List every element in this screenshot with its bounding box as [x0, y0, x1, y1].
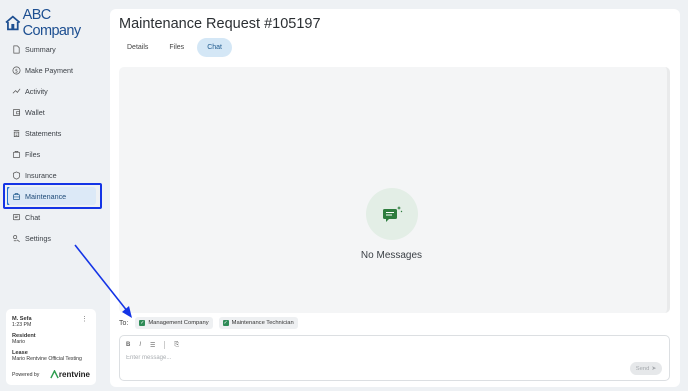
sidebar-item-label: Statements	[25, 128, 62, 138]
user-time: 1:23 PM	[12, 322, 32, 328]
user-card: M. Sefa 1:23 PM ⋮ Resident Mario Lease M…	[6, 309, 96, 385]
statements-icon	[12, 129, 21, 138]
sidebar-item-label: Wallet	[25, 107, 45, 117]
sidebar-item-label: Insurance	[25, 170, 57, 180]
sidebar-item-wallet[interactable]: Wallet	[12, 103, 45, 121]
powered-by: Powered by rentvine	[12, 370, 90, 379]
sidebar-item-files[interactable]: Files	[12, 145, 40, 163]
lease-value: Mario Rentvine Official Testing	[12, 356, 82, 362]
company-logo[interactable]: ABC Company	[5, 7, 110, 39]
sidebar-item-activity[interactable]: Activity	[12, 82, 48, 100]
kebab-menu-icon[interactable]: ⋮	[81, 315, 88, 323]
svg-text:$: $	[15, 68, 18, 74]
to-label: To:	[119, 319, 129, 327]
sidebar-item-summary[interactable]: Summary	[12, 40, 56, 58]
shield-icon	[12, 171, 21, 180]
document-icon	[12, 45, 21, 54]
sidebar-item-label: Settings	[25, 233, 51, 243]
no-messages-chat-icon	[366, 188, 418, 240]
house-logo-icon	[5, 15, 21, 31]
empty-state-text: No Messages	[360, 250, 423, 261]
rentvine-mark-icon	[50, 370, 59, 379]
format-toolbar: B I ☰ ⎘	[126, 341, 188, 349]
message-composer: B I ☰ ⎘ Send ➤	[119, 335, 670, 381]
tab-bar: Details Files Chat	[119, 38, 237, 57]
sidebar-item-label: Files	[25, 149, 41, 159]
italic-button[interactable]: I	[139, 342, 141, 348]
folder-icon	[12, 150, 21, 159]
rentvine-wordmark: rentvine	[58, 370, 90, 379]
page-title: Maintenance Request #105197	[119, 16, 321, 32]
sidebar-item-chat[interactable]: Chat	[12, 208, 40, 226]
sidebar-item-maintenance[interactable]: Maintenance	[8, 187, 96, 205]
send-label: Send	[635, 365, 650, 372]
powered-by-label: Powered by	[12, 371, 40, 378]
sidebar-item-label: Chat	[25, 212, 41, 222]
toolbox-icon	[12, 192, 21, 201]
company-name: ABC Company	[22, 7, 81, 39]
chat-icon	[12, 213, 21, 222]
rentvine-logo: rentvine	[50, 370, 90, 379]
sidebar-item-label: Summary	[25, 44, 56, 54]
sidebar-item-statements[interactable]: Statements	[12, 124, 61, 142]
bullet-list-icon[interactable]: ☰	[150, 342, 155, 349]
sidebar: ABC Company Summary $ Make Payment Activ…	[0, 0, 110, 391]
dollar-circle-icon: $	[12, 66, 21, 75]
bold-button[interactable]: B	[126, 342, 130, 348]
chat-messages-area: No Messages	[119, 67, 670, 313]
recipient-label: Maintenance Technician	[231, 320, 294, 326]
send-button[interactable]: Send ➤	[630, 362, 662, 375]
toolbar-divider	[164, 341, 166, 349]
message-input[interactable]	[126, 353, 606, 363]
sidebar-item-label: Activity	[25, 86, 48, 96]
tab-details[interactable]: Details	[119, 38, 156, 57]
resident-value: Mario	[12, 339, 25, 345]
wallet-icon	[12, 108, 21, 117]
checkbox-checked-icon[interactable]: ✓	[222, 320, 229, 326]
sidebar-item-settings[interactable]: Settings	[12, 229, 51, 247]
sidebar-item-label: Maintenance	[25, 191, 67, 201]
recipient-maintenance-technician[interactable]: ✓ Maintenance Technician	[218, 317, 298, 329]
recipient-management-company[interactable]: ✓ Management Company	[135, 317, 213, 329]
activity-line-icon	[12, 87, 21, 96]
main-panel: Maintenance Request #105197 Details File…	[110, 9, 680, 387]
recipient-label: Management Company	[148, 320, 209, 326]
tab-chat[interactable]: Chat	[197, 38, 232, 57]
checkbox-checked-icon[interactable]: ✓	[139, 320, 146, 326]
sidebar-item-label: Make Payment	[25, 65, 73, 75]
send-arrow-icon: ➤	[651, 365, 657, 372]
settings-icon	[12, 234, 21, 243]
attach-file-icon[interactable]: ⎘	[174, 342, 179, 349]
sidebar-item-make-payment[interactable]: $ Make Payment	[12, 61, 73, 79]
tab-files[interactable]: Files	[161, 38, 192, 57]
recipients-row: To: ✓ Management Company ✓ Maintenance T…	[119, 317, 304, 329]
sidebar-item-insurance[interactable]: Insurance	[12, 166, 57, 184]
